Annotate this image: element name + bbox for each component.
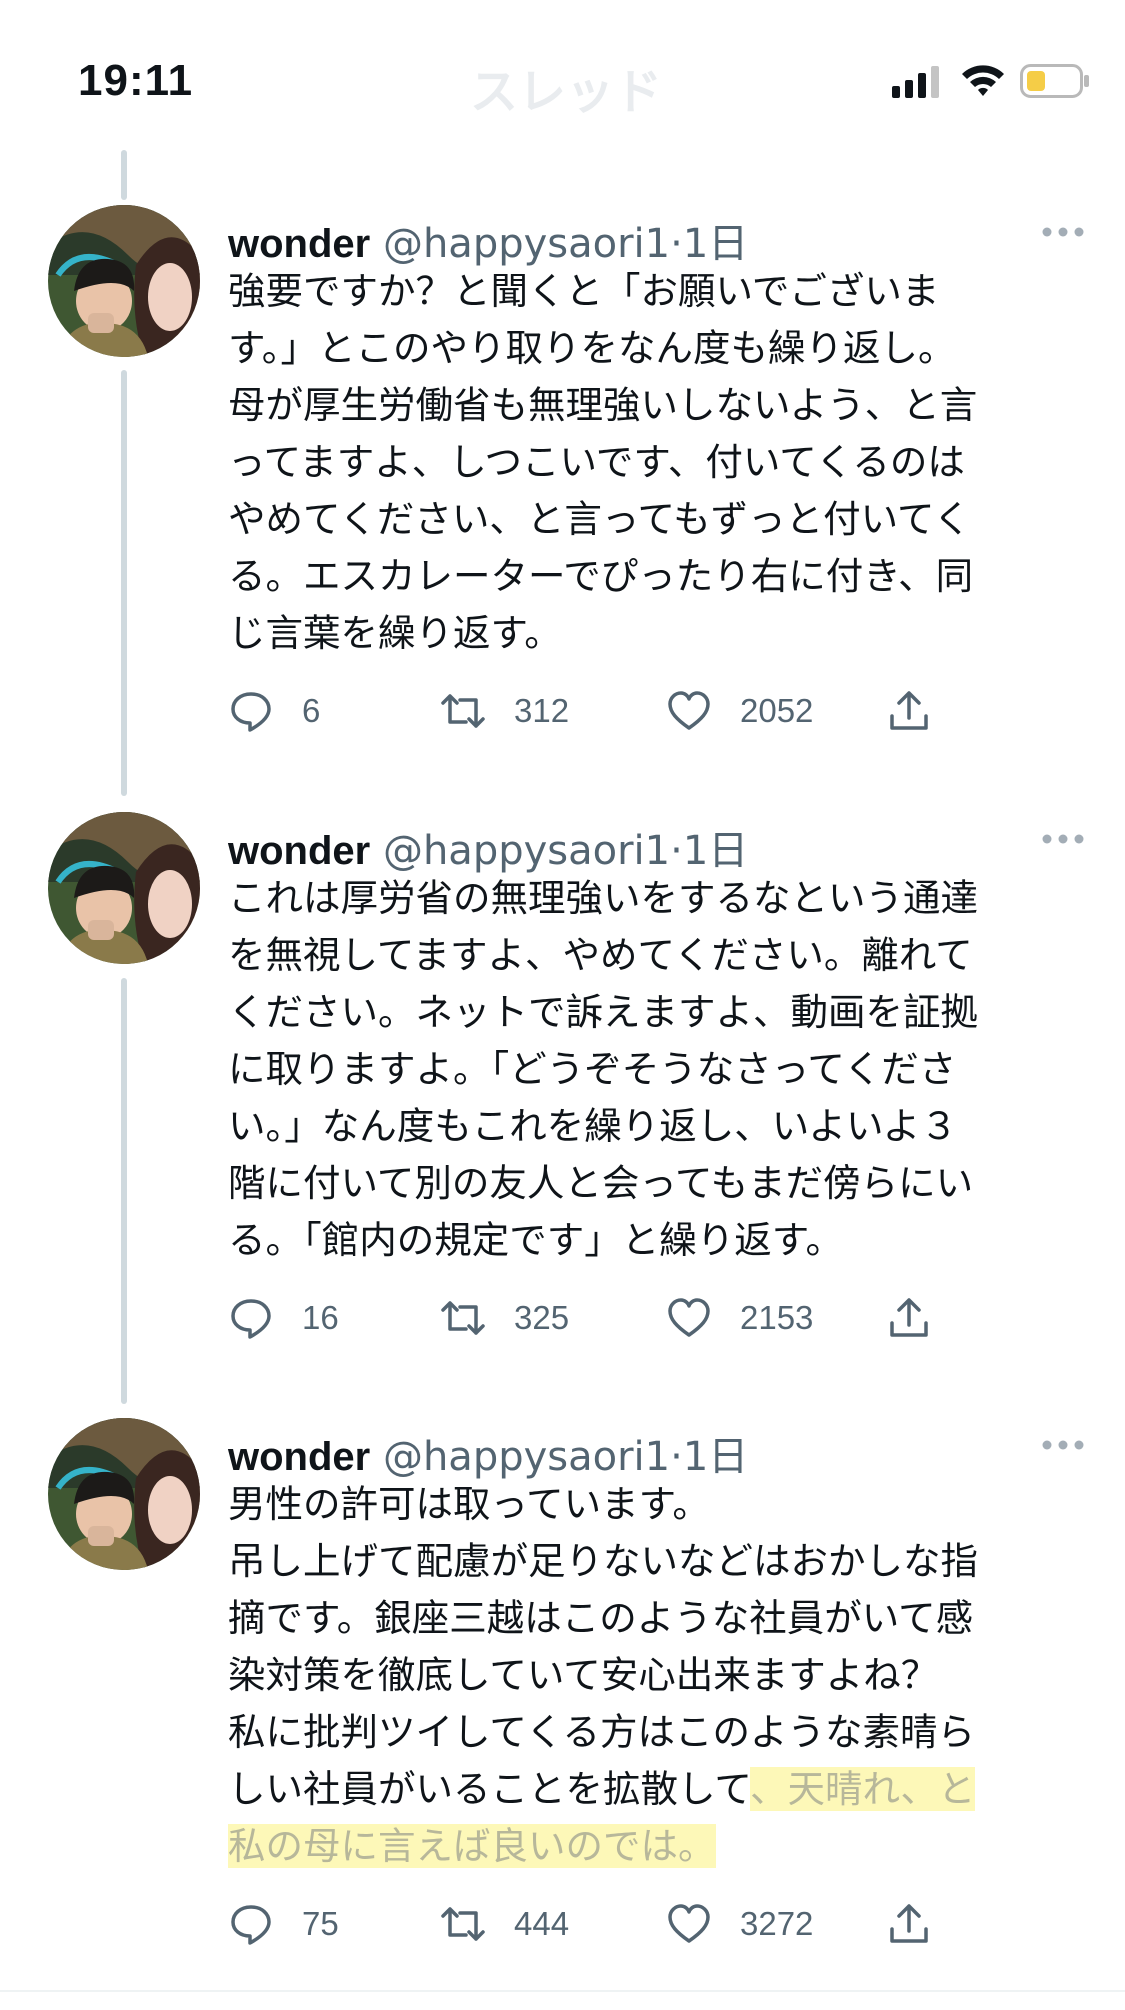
wifi-icon: [962, 65, 1004, 96]
tweet-time[interactable]: 1日: [683, 828, 748, 874]
retweet-count: 312: [514, 692, 570, 729]
tweet-time[interactable]: 1日: [683, 1434, 748, 1480]
battery-icon: [1020, 64, 1089, 98]
retweet-button[interactable]: 444: [440, 1896, 569, 1952]
retweet-icon: [441, 1301, 485, 1335]
tweet-line: 階に付いて別の友人と会ってもまだ傍らにい: [228, 1161, 974, 1205]
tweet-line: じ言葉を繰り返す。: [228, 611, 562, 655]
tweet-line: す。」とこのやり取りをなん度も繰り返し。: [228, 326, 956, 370]
like-button[interactable]: 2153: [666, 1290, 813, 1346]
reply-button[interactable]: 6: [228, 683, 320, 739]
tweet-text: 強要ですか？と聞くと「お願いでございま す。」とこのやり取りをなん度も繰り返し。…: [228, 263, 1088, 662]
like-button[interactable]: 2052: [666, 683, 813, 739]
tweet-line: 母が厚生労働省も無理強いしないよう、と言: [228, 383, 978, 427]
reply-count: 16: [302, 1299, 339, 1336]
tweet-text: これは厚労省の無理強いをするなという通達 を無視してますよ、やめてください。離れ…: [228, 870, 1088, 1269]
more-icon[interactable]: [1041, 225, 1085, 239]
tweet-line: を無視してますよ、やめてください。離れて: [228, 933, 973, 977]
more-icon[interactable]: [1041, 1438, 1085, 1452]
tweet-line: 染対策を徹底していて安心出来ますよね？: [228, 1653, 939, 1697]
tweet-line: 強要ですか？と聞くと「お願いでございま: [228, 269, 940, 313]
tweet-text: 男性の許可は取っています。 吊し上げて配慮が足りないなどはおかしな指 摘です。銀…: [228, 1476, 1088, 1875]
more-icon[interactable]: [1041, 832, 1085, 846]
tweet-line: 摘です。銀座三越はこのような社員がいて感: [228, 1596, 974, 1640]
retweet-button[interactable]: 312: [440, 683, 569, 739]
like-button[interactable]: 3272: [666, 1896, 813, 1952]
share-button[interactable]: [886, 683, 932, 739]
reply-count: 75: [302, 1905, 339, 1942]
tweet-line: る。エスカレーターでぴったり右に付き、同: [228, 554, 974, 598]
reply-button[interactable]: 16: [228, 1290, 339, 1346]
author-handle[interactable]: @happysaori1: [383, 1434, 670, 1480]
thread-line: [121, 370, 127, 796]
retweet-count: 325: [514, 1299, 570, 1336]
tweet-line-with-highlight: しい社員がいることを拡散して、天晴れ、と: [228, 1761, 1088, 1818]
like-icon: [668, 691, 710, 730]
separator-dot: ·: [670, 221, 683, 267]
tweet-line: やめてください、と言ってもずっと付いてく: [228, 497, 971, 541]
avatar[interactable]: [48, 1418, 200, 1570]
tweet-line: ってますよ、しつこいです、付いてくるのは: [228, 440, 965, 484]
highlighted-text: 私の母に言えば良いのでは。: [228, 1824, 716, 1868]
status-bar: 19:11 スレッド: [0, 0, 1125, 160]
tweet-line: 吊し上げて配慮が足りないなどはおかしな指: [228, 1539, 978, 1583]
reply-icon: [231, 692, 271, 732]
reply-button[interactable]: 75: [228, 1896, 339, 1952]
highlighted-text: 、天晴れ、と: [750, 1767, 976, 1811]
author-handle[interactable]: @happysaori1: [383, 221, 670, 267]
thread-line: [121, 150, 127, 200]
tweet-line-highlighted: 私の母に言えば良いのでは。: [228, 1818, 1088, 1875]
author-name[interactable]: wonder: [228, 222, 370, 266]
like-count: 2153: [740, 1299, 814, 1336]
tweet-actions: 75 444 3272: [228, 1896, 948, 1952]
retweet-icon: [441, 1907, 485, 1941]
tweet-line: ください。ネットで訴えますよ、動画を証拠: [228, 990, 978, 1034]
share-button[interactable]: [886, 1290, 932, 1346]
retweet-count: 444: [514, 1905, 570, 1942]
tweet-line: る。「館内の規定です」と繰り返す。: [228, 1218, 843, 1262]
reply-icon: [231, 1905, 271, 1945]
retweet-button[interactable]: 325: [440, 1290, 569, 1346]
signal-icon: [892, 66, 939, 98]
tweet-line: に取りますよ。「どうぞそうなさってくださ: [228, 1047, 957, 1091]
like-count: 2052: [740, 692, 814, 729]
tweet-header: wonder @happysaori1·1日: [228, 1424, 748, 1480]
like-icon: [668, 1904, 710, 1943]
reply-count: 6: [302, 692, 321, 729]
tweet-time[interactable]: 1日: [683, 221, 748, 267]
like-icon: [668, 1298, 710, 1337]
tweet-header: wonder @happysaori1·1日: [228, 818, 748, 874]
tweet-line: しい社員がいることを拡散して: [228, 1767, 750, 1811]
author-handle[interactable]: @happysaori1: [383, 828, 670, 874]
retweet-icon: [441, 694, 485, 728]
share-icon: [890, 1904, 928, 1943]
separator-dot: ·: [670, 1434, 683, 1480]
tweet-header: wonder @happysaori1·1日: [228, 211, 748, 267]
author-name[interactable]: wonder: [228, 829, 370, 873]
share-icon: [890, 1298, 928, 1337]
divider: [0, 1990, 1125, 1992]
tweet-line: い。」なん度もこれを繰り返し、いよいよ３: [228, 1104, 958, 1148]
author-name[interactable]: wonder: [228, 1435, 370, 1479]
tweet-line: 私に批判ツイしてくる方はこのような素晴ら: [228, 1710, 975, 1754]
avatar[interactable]: [48, 812, 200, 964]
reply-icon: [231, 1299, 271, 1339]
tweet-actions: 16 325 2153: [228, 1290, 948, 1346]
header-title-faded: スレッド: [470, 64, 663, 120]
share-icon: [890, 691, 928, 730]
share-button[interactable]: [886, 1896, 932, 1952]
like-count: 3272: [740, 1905, 814, 1942]
separator-dot: ·: [670, 828, 683, 874]
tweet-line: これは厚労省の無理強いをするなという通達: [228, 876, 978, 920]
status-time: 19:11: [78, 56, 194, 105]
avatar[interactable]: [48, 205, 200, 357]
tweet-actions: 6 312 2052: [228, 683, 948, 739]
thread-line: [121, 978, 127, 1404]
tweet-line: 男性の許可は取っています。: [228, 1482, 710, 1526]
